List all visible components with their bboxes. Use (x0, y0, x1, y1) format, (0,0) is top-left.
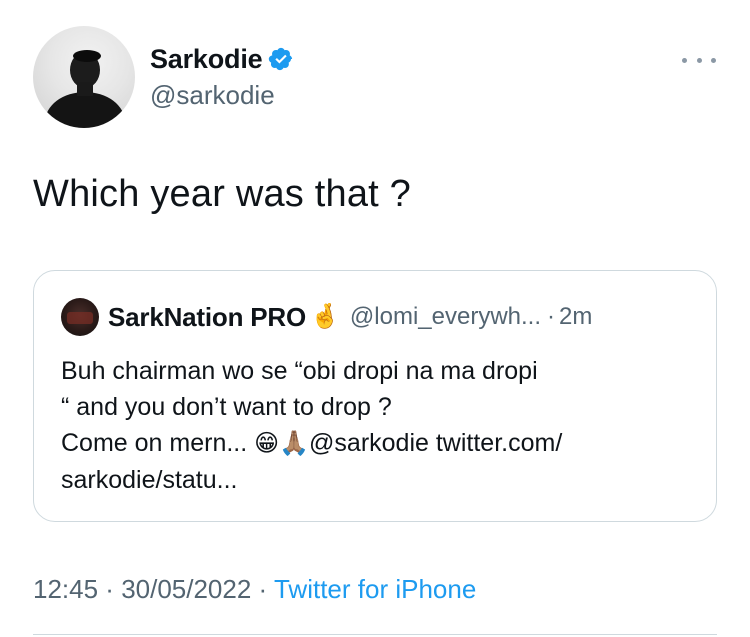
more-horizontal-icon (696, 57, 702, 63)
quoted-text-fragment: Come on mern... (61, 429, 255, 457)
grin-pray-emoji-icon: 😁🙏🏽 (254, 430, 310, 457)
quoted-author-handle[interactable]: @lomi_everywh... (350, 303, 541, 331)
tweet-text: Which year was that ? (33, 173, 412, 215)
tweet-source-link[interactable]: Twitter for iPhone (274, 574, 476, 604)
quoted-mention-link[interactable]: @sarkodie twitter.com/ (309, 429, 562, 457)
quoted-text-line: Come on mern... 😁🙏🏽@sarkodie twitter.com… (61, 425, 701, 462)
quoted-tweet-time[interactable]: 2m (559, 303, 592, 331)
author-handle[interactable]: @sarkodie (150, 80, 275, 111)
tweet-date[interactable]: 30/05/2022 (121, 574, 251, 604)
quoted-tweet-card[interactable]: SarkNation PRO 🤞 @lomi_everywh... · 2m B… (33, 270, 717, 522)
quoted-author-avatar[interactable] (61, 298, 99, 336)
quoted-author-name[interactable]: SarkNation PRO (108, 302, 306, 333)
author-avatar[interactable] (33, 26, 135, 128)
quoted-text-line: Buh chairman wo se “obi dropi na ma drop… (61, 357, 538, 385)
author-name[interactable]: Sarkodie (150, 44, 263, 75)
verified-badge-icon (268, 46, 294, 72)
tweet-meta: 12:45 · 30/05/2022 · Twitter for iPhone (33, 574, 476, 605)
more-horizontal-icon (682, 57, 687, 63)
divider (33, 634, 717, 635)
quoted-link-continuation[interactable]: sarkodie/statu... (61, 462, 701, 498)
tweet-time[interactable]: 12:45 (33, 574, 98, 604)
more-options-button[interactable] (682, 50, 716, 70)
author-name-row[interactable]: Sarkodie (150, 42, 294, 76)
quoted-text-line: “ and you don’t want to drop ? (61, 393, 392, 421)
crossed-fingers-emoji-icon: 🤞 (310, 303, 340, 330)
meta-separator: · (98, 574, 122, 604)
avatar-photo (45, 50, 125, 128)
meta-separator: · (251, 574, 274, 604)
quoted-tweet-header: SarkNation PRO 🤞 @lomi_everywh... · 2m (61, 298, 592, 336)
separator-dot: · (547, 303, 556, 330)
quoted-tweet-text: Buh chairman wo se “obi dropi na ma drop… (61, 353, 701, 498)
more-horizontal-icon (711, 57, 716, 63)
